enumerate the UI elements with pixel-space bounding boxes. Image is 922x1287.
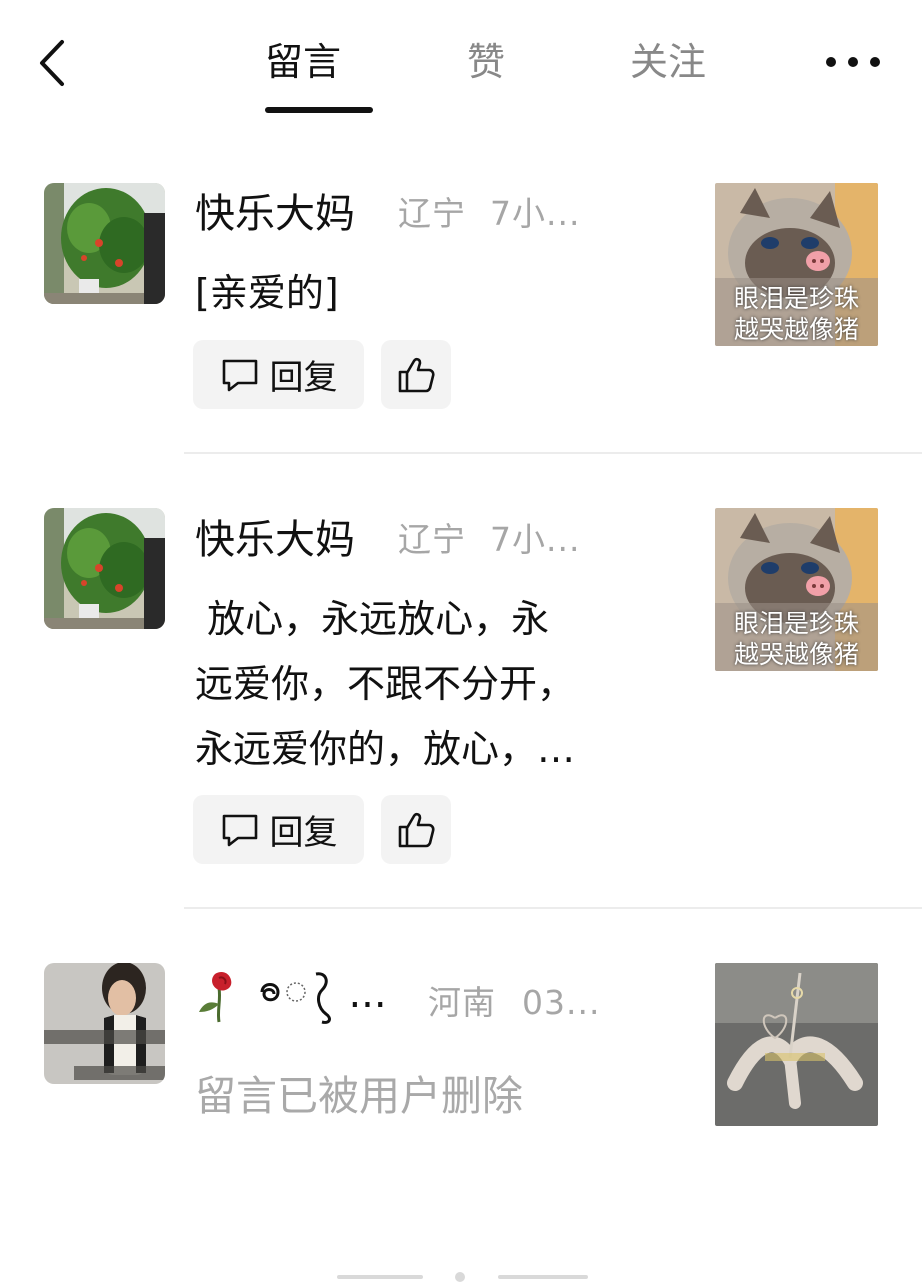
chevron-left-icon [40,40,64,86]
comment-text-line: 放心，永远放心，永 [195,597,550,641]
reply-button[interactable]: 回复 [193,340,364,409]
thumbs-up-icon [398,357,435,392]
comment-time: 03... [522,983,601,1022]
decorative-glyph-icon [260,972,331,1024]
post-thumbnail[interactable]: 眼泪是珍珠 越哭越像猪 [715,508,878,671]
comment-username[interactable]: ... [195,966,387,1024]
thumbnail-caption: 越哭越像猪 [733,640,859,669]
comment-username[interactable]: 快乐大妈 [195,186,355,242]
reply-label: 回复 [269,813,338,853]
post-thumbnail[interactable] [715,963,878,1126]
divider [184,907,922,909]
comment-time: 7小... [490,520,581,559]
thumbnail-caption: 眼泪是珍珠 [733,609,859,638]
tab-comments[interactable]: 留言 [265,38,341,86]
tab-likes[interactable]: 赞 [467,38,505,86]
more-horizontal-icon [826,57,880,67]
thumbs-up-icon [398,812,435,847]
like-button[interactable] [381,340,451,409]
active-tab-indicator [265,107,373,113]
deleted-comment-text: 留言已被用户删除 [195,1072,523,1120]
back-button[interactable] [28,38,78,88]
thumbnail-caption: 越哭越像猪 [733,315,859,344]
comment-text: [亲爱的] [195,271,339,315]
comment-location: 辽宁 [398,520,466,559]
home-indicator [337,1275,423,1279]
comment-username[interactable]: 快乐大妈 [195,512,355,568]
avatar[interactable] [44,508,165,629]
avatar[interactable] [44,183,165,304]
comment-text-line: 永远爱你的，放心，… [195,727,576,771]
wilted-rose-icon [199,972,232,1023]
post-thumbnail[interactable]: 眼泪是珍珠 越哭越像猪 [715,183,878,346]
like-button[interactable] [381,795,451,864]
tab-follows[interactable]: 关注 [630,38,706,86]
comment-location: 辽宁 [398,194,466,233]
more-button[interactable] [823,52,883,72]
comment-text-line: 远爱你，不跟不分开， [195,662,576,706]
comment-location: 河南 [428,983,496,1022]
username-ellipsis: ... [348,971,387,1017]
reply-button[interactable]: 回复 [193,795,364,864]
comment-time: 7小... [490,194,581,233]
thumbnail-caption: 眼泪是珍珠 [733,284,859,313]
comment-bubble-icon [222,814,257,846]
comment-bubble-icon [222,359,257,391]
reply-label: 回复 [269,358,338,398]
home-indicator [498,1275,588,1279]
home-indicator-dot [455,1272,465,1282]
avatar[interactable] [44,963,165,1084]
divider [184,452,922,454]
